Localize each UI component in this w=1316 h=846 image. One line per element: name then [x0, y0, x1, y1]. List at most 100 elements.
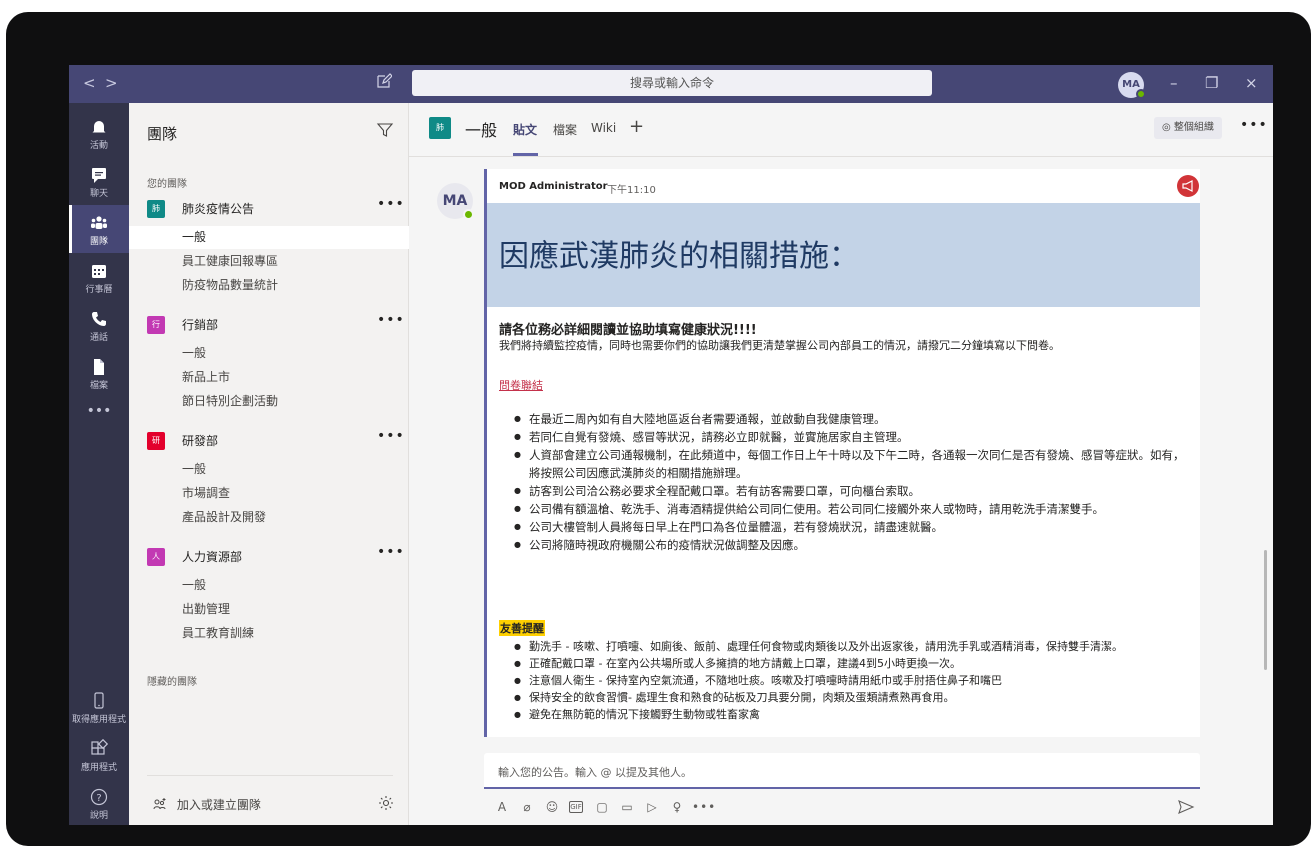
restore-button[interactable]: ❐ [1205, 74, 1218, 92]
channel-item[interactable]: 一般 [129, 458, 409, 481]
rail-get-app[interactable]: 取得應用程式 [69, 683, 129, 731]
scrollbar[interactable] [1264, 550, 1267, 670]
bell-icon [92, 121, 106, 134]
back-button[interactable]: < [83, 74, 96, 92]
device-frame: < > 搜尋或輸入命令 MA – ❐ × 活動 聊天 團隊 行事曆 通話 檔案 … [6, 12, 1311, 846]
tips-list: 勤洗手 - 咳嗽、打噴嚏、如廁後、飯前、處理任何食物或肉類後以及外出返家後，請用… [499, 638, 1189, 723]
emoji-icon[interactable]: ☺ [544, 799, 560, 815]
new-chat-icon[interactable] [376, 73, 396, 93]
list-item: 避免在無防範的情況下接觸野生動物或牲畜家禽 [499, 706, 1189, 723]
rail-files[interactable]: 檔案 [69, 349, 129, 397]
add-team-button[interactable]: 加入或建立團隊 [153, 796, 261, 813]
channel-title: 一般 [465, 121, 498, 140]
post-author[interactable]: MOD Administrator [499, 181, 608, 192]
rail-label: 應用程式 [80, 763, 117, 773]
format-icon[interactable]: A [494, 799, 510, 815]
team-more-button[interactable]: ••• [377, 428, 405, 444]
org-wide-button[interactable]: ◎ 整個組織 [1154, 117, 1222, 139]
channel-item[interactable]: 產品設計及開發 [129, 506, 409, 529]
team-row[interactable]: 肺 肺炎疫情公告 ••• [129, 196, 409, 222]
minimize-button[interactable]: – [1170, 74, 1178, 92]
channel-item[interactable]: 防疫物品數量統計 [129, 274, 409, 297]
channel-item[interactable]: 市場調查 [129, 482, 409, 505]
gear-icon[interactable] [377, 794, 395, 812]
list-item: 若同仁自覺有發燒、感冒等狀況，請務必立即就醫，並實施居家自主管理。 [499, 428, 1189, 446]
add-tab-button[interactable]: + [629, 116, 644, 137]
rail-calls[interactable]: 通話 [69, 301, 129, 349]
gif-icon[interactable]: GIF [569, 801, 583, 813]
praise-icon[interactable]: ♀ [669, 799, 685, 815]
hidden-teams-label[interactable]: 隱藏的團隊 [147, 673, 197, 688]
rail-activity[interactable]: 活動 [69, 109, 129, 157]
tab-files[interactable]: 檔案 [553, 121, 577, 138]
rail-apps[interactable]: 應用程式 [69, 731, 129, 779]
channel-more-button[interactable]: ••• [1240, 117, 1268, 133]
rail-label: 團隊 [89, 237, 108, 247]
channel-item[interactable]: 節日特別企劃活動 [129, 390, 409, 413]
add-team-label: 加入或建立團隊 [176, 798, 261, 812]
tab-posts[interactable]: 貼文 [513, 121, 537, 138]
team-row[interactable]: 研 研發部 ••• [129, 428, 409, 454]
compose-box[interactable]: 輸入您的公告。輸入 @ 以提及其他人。 [484, 753, 1200, 789]
team-avatar: 肺 [147, 200, 165, 218]
title-bar: < > 搜尋或輸入命令 MA – ❐ × [69, 65, 1273, 103]
eye-icon: ◎ [1162, 122, 1174, 133]
channel-item[interactable]: 員工健康回報專區 [129, 250, 409, 273]
rail-teams[interactable]: 團隊 [69, 205, 129, 253]
teams-panel-title: 團隊 [147, 125, 178, 143]
your-teams-label: 您的團隊 [147, 179, 187, 190]
rail-help[interactable]: ? 說明 [69, 779, 129, 825]
team-more-button[interactable]: ••• [377, 544, 405, 560]
svg-text:?: ? [96, 793, 101, 804]
rail-label: 通話 [89, 333, 108, 343]
author-avatar[interactable]: MA [437, 183, 474, 220]
tab-wiki[interactable]: Wiki [591, 121, 616, 135]
announcement-icon [1177, 175, 1199, 197]
channel-team-avatar: 肺 [429, 117, 451, 139]
rail-label: 說明 [89, 811, 108, 821]
sticker-icon[interactable]: ▢ [594, 799, 610, 815]
list-item: 注意個人衛生 - 保持室內空氣流通，不隨地吐痰。咳嗽及打噴嚏時請用紙巾或手肘捂住… [499, 672, 1189, 689]
channel-item[interactable]: 一般 [129, 226, 409, 249]
meet-now-icon[interactable]: ▭ [619, 799, 635, 815]
divider [147, 775, 393, 776]
post-time: 下午11:10 [607, 185, 656, 196]
team-more-button[interactable]: ••• [377, 312, 405, 328]
org-wide-label: 整個組織 [1173, 122, 1214, 133]
forward-button[interactable]: > [105, 74, 118, 92]
channel-item[interactable]: 一般 [129, 342, 409, 365]
team-avatar: 研 [147, 432, 165, 450]
rail-chat[interactable]: 聊天 [69, 157, 129, 205]
team-avatar: 人 [147, 548, 165, 566]
team-avatar: 行 [147, 316, 165, 334]
close-button[interactable]: × [1245, 74, 1258, 92]
team-row[interactable]: 行 行銷部 ••• [129, 312, 409, 338]
stream-icon[interactable]: ▷ [644, 799, 660, 815]
list-item: 在最近二周內如有自大陸地區返台者需要通報，並啟動自我健康管理。 [499, 410, 1189, 428]
channel-item[interactable]: 員工教育訓練 [129, 622, 409, 645]
rail-label: 行事曆 [85, 285, 113, 295]
rail-label: 聊天 [89, 189, 108, 199]
channel-item[interactable]: 新品上市 [129, 366, 409, 389]
survey-link[interactable]: 問卷聯結 [499, 377, 543, 393]
rail-more-button[interactable]: ••• [69, 401, 129, 449]
rail-calendar[interactable]: 行事曆 [69, 253, 129, 301]
team-name: 肺炎疫情公告 [182, 202, 255, 216]
channel-item[interactable]: 出勤管理 [129, 598, 409, 621]
compose-placeholder: 輸入您的公告。輸入 @ 以提及其他人。 [498, 766, 692, 779]
add-people-icon [153, 798, 166, 810]
search-input[interactable]: 搜尋或輸入命令 [412, 70, 932, 96]
more-options-button[interactable]: ••• [692, 799, 716, 815]
presence-available-icon [1136, 89, 1146, 99]
avatar-initials: MA [1122, 79, 1140, 90]
filter-icon[interactable] [376, 121, 394, 139]
list-item: 正確配戴口罩 - 在室內公共場所或人多擁擠的地方請戴上口罩，建議4到5小時更換一… [499, 655, 1189, 672]
profile-avatar[interactable]: MA [1118, 72, 1146, 99]
team-row[interactable]: 人 人力資源部 ••• [129, 544, 409, 570]
team-name: 研發部 [182, 434, 219, 448]
send-icon[interactable] [1177, 798, 1195, 816]
team-more-button[interactable]: ••• [377, 196, 405, 212]
attach-icon[interactable]: ⌀ [519, 799, 535, 815]
mobile-icon [94, 692, 104, 709]
channel-item[interactable]: 一般 [129, 574, 409, 597]
